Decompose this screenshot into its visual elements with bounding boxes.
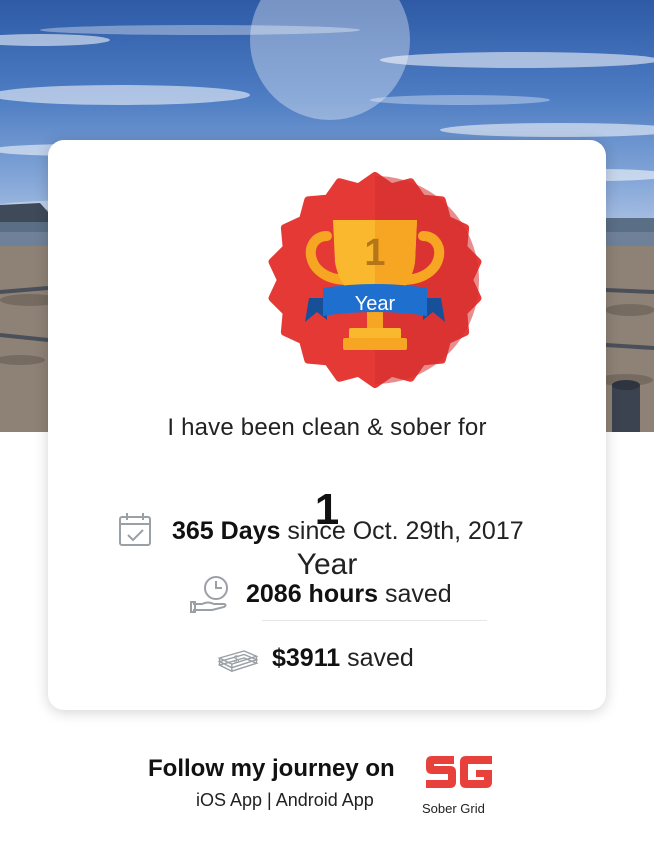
money-stack-icon: $	[217, 650, 259, 672]
divider	[262, 620, 487, 621]
badge-number: 1	[364, 232, 385, 274]
sober-grid-caption: Sober Grid	[422, 801, 485, 816]
milestone-card: 1 Year I have been clean & sober for 1 Y…	[48, 140, 606, 710]
link-separator: |	[262, 790, 276, 810]
stat-hours: 2086 hours saved	[190, 574, 452, 614]
stat-days-label: since Oct. 29th, 2017	[280, 516, 524, 545]
svg-text:$: $	[234, 654, 240, 665]
stat-money-value: $3911	[272, 643, 341, 672]
stat-money-label: saved	[340, 643, 414, 672]
stat-days-value: 365 Days	[172, 516, 281, 545]
clock-hand-icon	[190, 576, 228, 613]
stat-hours-label: saved	[378, 579, 452, 608]
sober-grid-logo[interactable]	[420, 746, 496, 796]
stat-money: $ $3911 saved	[216, 638, 414, 678]
trophy-badge-icon: 1 Year	[268, 172, 482, 388]
stat-hours-value: 2086 hours	[246, 579, 379, 608]
badge-ribbon-label: Year	[355, 293, 396, 315]
stat-days: 365 Days since Oct. 29th, 2017	[116, 511, 524, 551]
headline: I have been clean & sober for	[167, 414, 487, 441]
calendar-check-icon	[119, 513, 151, 546]
ios-app-link[interactable]: iOS App	[196, 790, 262, 810]
android-app-link[interactable]: Android App	[276, 790, 374, 810]
follow-text: Follow my journey on	[148, 755, 395, 782]
app-links: iOS App | Android App	[196, 790, 374, 811]
